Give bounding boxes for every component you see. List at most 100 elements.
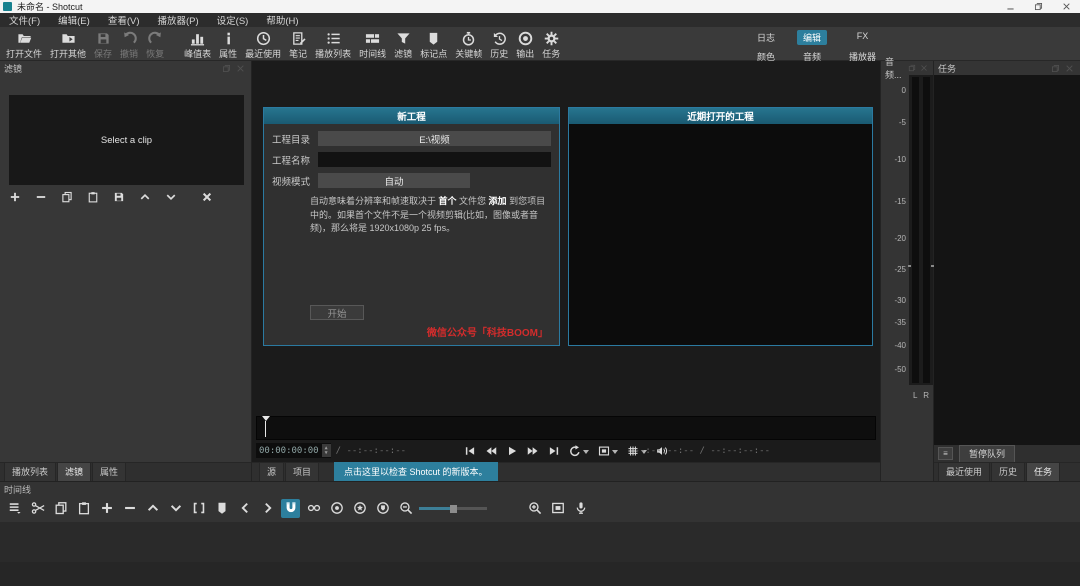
copy-button[interactable] xyxy=(51,499,70,518)
menu-edit[interactable]: 编辑(E) xyxy=(49,13,99,27)
close-icon[interactable] xyxy=(236,63,247,73)
dropdown-caret-icon[interactable] xyxy=(612,449,618,457)
zoom-timeline-fit-button[interactable] xyxy=(548,499,567,518)
skip-to-end-button[interactable] xyxy=(548,445,560,457)
zoom-out-button[interactable] xyxy=(396,499,415,518)
tab-source[interactable]: 源 xyxy=(259,462,285,481)
dropdown-caret-icon[interactable] xyxy=(583,449,589,457)
move-filter-up-button[interactable] xyxy=(136,190,153,205)
marker-button[interactable] xyxy=(212,499,231,518)
window-minimize-button[interactable] xyxy=(996,0,1024,13)
bookmark-icon xyxy=(426,30,441,46)
play-button[interactable] xyxy=(506,445,518,457)
remove-filter-button[interactable] xyxy=(32,190,49,205)
float-icon[interactable] xyxy=(908,63,917,73)
layout-button-logging[interactable]: 日志 xyxy=(751,30,781,45)
float-icon[interactable] xyxy=(222,63,233,73)
player-scrubber[interactable] xyxy=(256,416,876,440)
timecode-group: 00:00:00:00 ▲ ▼ / --:--:--:-- xyxy=(256,443,406,458)
toolbar-button-export[interactable]: 输出 xyxy=(512,29,538,61)
timeline-tracks-area[interactable] xyxy=(0,522,1080,586)
tab-project[interactable]: 项目 xyxy=(285,462,320,481)
tab-history[interactable]: 历史 xyxy=(991,462,1026,481)
zoom-in-button[interactable] xyxy=(525,499,544,518)
paste-button[interactable] xyxy=(74,499,93,518)
toolbar-button-notes[interactable]: 笔记 xyxy=(285,29,311,61)
record-audio-button[interactable] xyxy=(571,499,590,518)
slider-handle[interactable] xyxy=(449,504,457,513)
toolbar-button-playlist[interactable]: 播放列表 xyxy=(311,29,355,61)
overwrite-button[interactable] xyxy=(166,499,185,518)
close-icon[interactable] xyxy=(1065,63,1076,73)
deselect-filter-button[interactable] xyxy=(198,190,215,205)
timecode-spinner[interactable]: ▲ ▼ xyxy=(321,444,331,457)
menu-settings[interactable]: 设定(S) xyxy=(208,13,258,27)
toolbar-button-markers[interactable]: 标记点 xyxy=(416,29,451,61)
layout-button-editing[interactable]: 编辑 xyxy=(796,30,827,45)
cut-button[interactable] xyxy=(28,499,47,518)
toolbar-button-open-file[interactable]: 打开文件 xyxy=(2,29,46,61)
chev-up-icon xyxy=(146,501,160,515)
snap-button[interactable] xyxy=(281,498,300,518)
toolbar-button-timeline[interactable]: 时间线 xyxy=(355,29,390,61)
project-directory-button[interactable]: E:\视频 xyxy=(318,131,551,146)
playhead-icon[interactable] xyxy=(262,416,270,425)
tab-jobs[interactable]: 任务 xyxy=(1026,462,1061,481)
tab-recent[interactable]: 最近使用 xyxy=(938,462,991,481)
window-close-button[interactable] xyxy=(1052,0,1080,13)
jobs-list[interactable] xyxy=(934,75,1080,445)
left-dock-tabs: 播放列表 滤镜 属性 xyxy=(0,462,251,481)
ripple-button[interactable] xyxy=(327,499,346,518)
fast-forward-button[interactable] xyxy=(527,445,539,457)
toolbar-button-properties[interactable]: 属性 xyxy=(215,29,241,61)
previous-marker-button[interactable] xyxy=(235,499,254,518)
lift-button[interactable] xyxy=(143,499,162,518)
project-name-input[interactable] xyxy=(318,152,551,167)
current-position-field[interactable]: 00:00:00:00 ▲ ▼ xyxy=(256,443,331,458)
toolbar-button-jobs[interactable]: 任务 xyxy=(538,29,564,61)
menu-help[interactable]: 帮助(H) xyxy=(257,13,307,27)
toolbar-button-history[interactable]: 历史 xyxy=(486,29,512,61)
split-button[interactable] xyxy=(189,499,208,518)
scrub-while-dragging-button[interactable] xyxy=(304,499,323,518)
copy-filters-button[interactable] xyxy=(58,190,75,205)
video-mode-button[interactable]: 自动 xyxy=(318,173,470,188)
chev-up-icon xyxy=(139,191,151,203)
menu-view[interactable]: 查看(V) xyxy=(99,13,149,27)
ripple-all-tracks-button[interactable] xyxy=(350,499,369,518)
move-filter-down-button[interactable] xyxy=(162,190,179,205)
paste-filters-button[interactable] xyxy=(84,190,101,205)
tab-filters[interactable]: 滤镜 xyxy=(57,462,92,481)
skip-to-start-button[interactable] xyxy=(464,445,476,457)
window-restore-button[interactable] xyxy=(1024,0,1052,13)
menu-player[interactable]: 播放器(P) xyxy=(148,13,207,27)
float-icon[interactable] xyxy=(1051,63,1062,73)
append-button[interactable] xyxy=(97,499,116,518)
timeline-zoom-slider[interactable] xyxy=(419,499,487,518)
toolbar-button-recent[interactable]: 最近使用 xyxy=(241,29,285,61)
zoom-fit-button[interactable] xyxy=(598,445,618,457)
recent-projects-list[interactable] xyxy=(569,124,872,345)
start-button[interactable]: 开始 xyxy=(310,305,364,320)
update-notice-button[interactable]: 点击这里以检查 Shotcut 的新版本。 xyxy=(334,462,498,481)
toolbar-button-peak-meter[interactable]: 峰值表 xyxy=(180,29,215,61)
tab-properties[interactable]: 属性 xyxy=(92,462,127,481)
ripple-markers-button[interactable] xyxy=(373,499,392,518)
chev-down-icon xyxy=(165,191,177,203)
save-filter-set-button[interactable] xyxy=(110,190,127,205)
add-filter-button[interactable] xyxy=(6,190,23,205)
tab-playlist[interactable]: 播放列表 xyxy=(4,462,57,481)
next-marker-button[interactable] xyxy=(258,499,277,518)
loop-button[interactable] xyxy=(569,445,589,457)
toolbar-button-open-other[interactable]: 打开其他 xyxy=(46,29,90,61)
layout-button-fx[interactable]: FX xyxy=(843,30,882,45)
pause-queue-button[interactable]: 暂停队列 xyxy=(959,444,1016,463)
toolbar-button-keyframes[interactable]: 关键帧 xyxy=(451,29,486,61)
menu-file[interactable]: 文件(F) xyxy=(0,13,49,27)
toolbar-button-filters[interactable]: 滤镜 xyxy=(390,29,416,61)
rewind-button[interactable] xyxy=(485,445,497,457)
jobs-menu-button[interactable]: ≡ xyxy=(938,447,953,460)
ripple-delete-button[interactable] xyxy=(120,499,139,518)
timeline-menu-button[interactable] xyxy=(5,499,24,518)
close-icon[interactable] xyxy=(920,63,929,73)
